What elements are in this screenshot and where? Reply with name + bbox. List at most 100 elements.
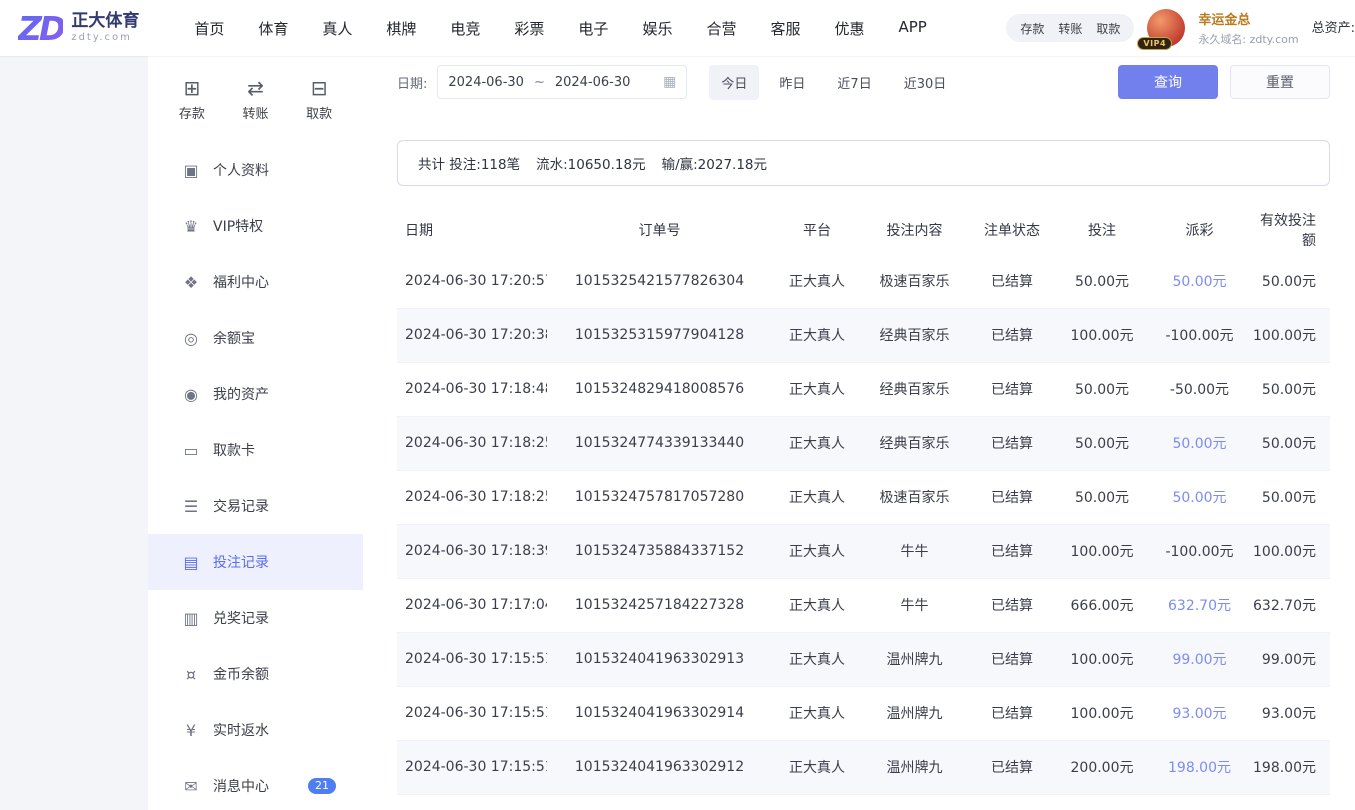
cell-valid: 198.00元 (1252, 740, 1330, 794)
topnav-item-1[interactable]: 首页 (194, 18, 224, 39)
sidebar-item-6[interactable]: ▭取款卡 (148, 422, 363, 478)
cell-status: 已结算 (967, 632, 1057, 686)
sidebar-item-9[interactable]: ▥兑奖记录 (148, 590, 363, 646)
total-assets-label: 总资产: (1312, 17, 1355, 36)
sidebar-item-label: 金币余额 (213, 664, 269, 684)
avatar[interactable]: VIP4 (1147, 9, 1185, 47)
filter-actions: 查询 重置 (1118, 65, 1330, 99)
sidebar-item-label: 个人资料 (213, 160, 269, 180)
cell-platform: 正大真人 (772, 362, 862, 416)
range-shortcut-1[interactable]: 今日 (709, 65, 759, 100)
topnav-item-8[interactable]: 娱乐 (642, 18, 672, 39)
sidebar-item-label: 取款卡 (213, 440, 255, 460)
cell-content: 极速百家乐 (862, 254, 967, 308)
sidebar-item-label: 余额宝 (213, 328, 255, 348)
sidebar-item-10[interactable]: ¤金币余额 (148, 646, 363, 702)
cell-order: 1015325315977904128 (547, 308, 772, 362)
main-content: 日期: 2024-06-30 ~ 2024-06-30 ▦ 今日昨日近7日近30… (363, 56, 1355, 810)
topnav-item-11[interactable]: 优惠 (834, 18, 864, 39)
header-quick-action-1[interactable]: 存款 (1020, 20, 1044, 37)
range-shortcut-3[interactable]: 近7日 (825, 65, 883, 100)
cell-date: 2024-06-30 17:18:25 (397, 470, 547, 524)
cell-valid: 93.00元 (1252, 686, 1330, 740)
sidebar-quick-actions: ⊞存款 ⇄转账 ⊟取款 (148, 78, 363, 136)
cell-platform: 正大真人 (772, 578, 862, 632)
topnav-item-2[interactable]: 体育 (258, 18, 288, 39)
sidebar-item-label: 交易记录 (213, 496, 269, 516)
cell-status: 已结算 (967, 524, 1057, 578)
brand-logo[interactable]: ZD 正大体育 zdty.com (18, 9, 139, 48)
date-to: 2024-06-30 (555, 75, 631, 90)
topnav: 首页 体育 真人 棋牌 电竞 彩票 电子 娱乐 合营 客服 优惠 APP (194, 18, 927, 39)
sidebar-quick-action-1[interactable]: ⊞存款 (179, 78, 205, 136)
cell-platform: 正大真人 (772, 740, 862, 794)
date-range-shortcuts: 今日昨日近7日近30日 (709, 65, 958, 100)
profile-icon: ▣ (182, 161, 200, 180)
header-quick-actions: 存款转账取款 (1006, 14, 1134, 42)
user-name: 幸运金总 (1198, 9, 1298, 28)
topnav-item-5[interactable]: 电竞 (450, 18, 480, 39)
cell-bet: 666.00元 (1057, 578, 1147, 632)
header-quick-action-2[interactable]: 转账 (1058, 20, 1082, 37)
table-header-row: 日期 订单号 平台 投注内容 注单状态 投注 派彩 有效投注额 (397, 206, 1330, 254)
date-range-input[interactable]: 2024-06-30 ~ 2024-06-30 ▦ (437, 65, 687, 99)
col-header-date: 日期 (397, 206, 547, 254)
col-header-bet: 投注 (1057, 206, 1147, 254)
cell-date: 2024-06-30 17:18:25 (397, 416, 547, 470)
brand-domain: zdty.com (71, 32, 139, 44)
sidebar-item-label: 我的资产 (213, 384, 269, 404)
summary-win-loss: 输/赢:2027.18元 (662, 153, 767, 173)
topnav-item-6[interactable]: 彩票 (514, 18, 544, 39)
cell-platform: 正大真人 (772, 254, 862, 308)
table-row: 2024-06-30 17:18:481015324829418008576正大… (397, 362, 1330, 416)
cell-date: 2024-06-30 17:18:39 (397, 524, 547, 578)
sidebar-item-4[interactable]: ◎余额宝 (148, 310, 363, 366)
sidebar-item-1[interactable]: ▣ 个人资料 (148, 142, 363, 198)
topnav-item-7[interactable]: 电子 (578, 18, 608, 39)
sidebar-quick-action-3[interactable]: ⊟取款 (306, 78, 332, 136)
search-button[interactable]: 查询 (1118, 65, 1218, 99)
sidebar-item-2[interactable]: ♛VIP特权 (148, 198, 363, 254)
sidebar-quick-action-2[interactable]: ⇄转账 (242, 78, 268, 136)
cell-valid: 50.00元 (1252, 470, 1330, 524)
cell-platform: 正大真人 (772, 632, 862, 686)
sidebar: ⊞存款⇄转账⊟取款 ▣个人资料♛VIP特权❖福利中心◎余额宝◉我的资产▭取款卡☰… (148, 56, 363, 810)
table-row: 2024-06-30 17:18:251015324774339133440正大… (397, 416, 1330, 470)
sidebar-item-7[interactable]: ☰ 交易记录 (148, 478, 363, 534)
cell-platform: 正大真人 (772, 524, 862, 578)
permanent-domain: 永久域名: zdty.com (1198, 31, 1298, 47)
sidebar-quick-action-label: 存款 (179, 103, 205, 122)
cell-date: 2024-06-30 17:20:38 (397, 308, 547, 362)
header-quick-action-3[interactable]: 取款 (1096, 20, 1120, 37)
logo-mark: ZD (18, 9, 63, 48)
topnav-item-3[interactable]: 真人 (322, 18, 352, 39)
cell-content: 牛牛 (862, 578, 967, 632)
sidebar-item-label: 兑奖记录 (213, 608, 269, 628)
cell-payout: 50.00元 (1147, 470, 1252, 524)
sidebar-menu: ▣ 个人资料 ♛VIP特权❖福利中心◎余额宝◉我的资产▭取款卡 ☰ 交易记录 ▤投注记录▥… (148, 142, 363, 810)
topnav-item-10[interactable]: 客服 (770, 18, 800, 39)
sidebar-item-12[interactable]: ✉消息中心21 (148, 758, 363, 810)
reset-button[interactable]: 重置 (1230, 65, 1330, 99)
cell-payout: 99.00元 (1147, 632, 1252, 686)
cell-valid: 99.00元 (1252, 632, 1330, 686)
cell-order: 1015324735884337152 (547, 524, 772, 578)
range-shortcut-4[interactable]: 近30日 (892, 65, 959, 100)
topnav-item-4[interactable]: 棋牌 (386, 18, 416, 39)
topnav-item-12[interactable]: APP (899, 18, 927, 39)
sidebar-item-11[interactable]: ¥实时返水 (148, 702, 363, 758)
cell-bet: 100.00元 (1057, 524, 1147, 578)
topnav-item-9[interactable]: 合营 (706, 18, 736, 39)
cell-content: 经典百家乐 (862, 308, 967, 362)
calendar-icon: ▦ (663, 74, 676, 90)
sidebar-item-8[interactable]: ▤投注记录 (148, 534, 363, 590)
sidebar-item-5[interactable]: ◉我的资产 (148, 366, 363, 422)
table-row: 2024-06-30 17:20:381015325315977904128正大… (397, 308, 1330, 362)
cell-payout: 632.70元 (1147, 578, 1252, 632)
col-header-status: 注单状态 (967, 206, 1057, 254)
sidebar-item-3[interactable]: ❖福利中心 (148, 254, 363, 310)
cell-date: 2024-06-30 17:15:51 (397, 740, 547, 794)
range-shortcut-2[interactable]: 昨日 (767, 65, 817, 100)
transactions-icon: ☰ (182, 497, 200, 516)
cell-order: 1015324774339133440 (547, 416, 772, 470)
